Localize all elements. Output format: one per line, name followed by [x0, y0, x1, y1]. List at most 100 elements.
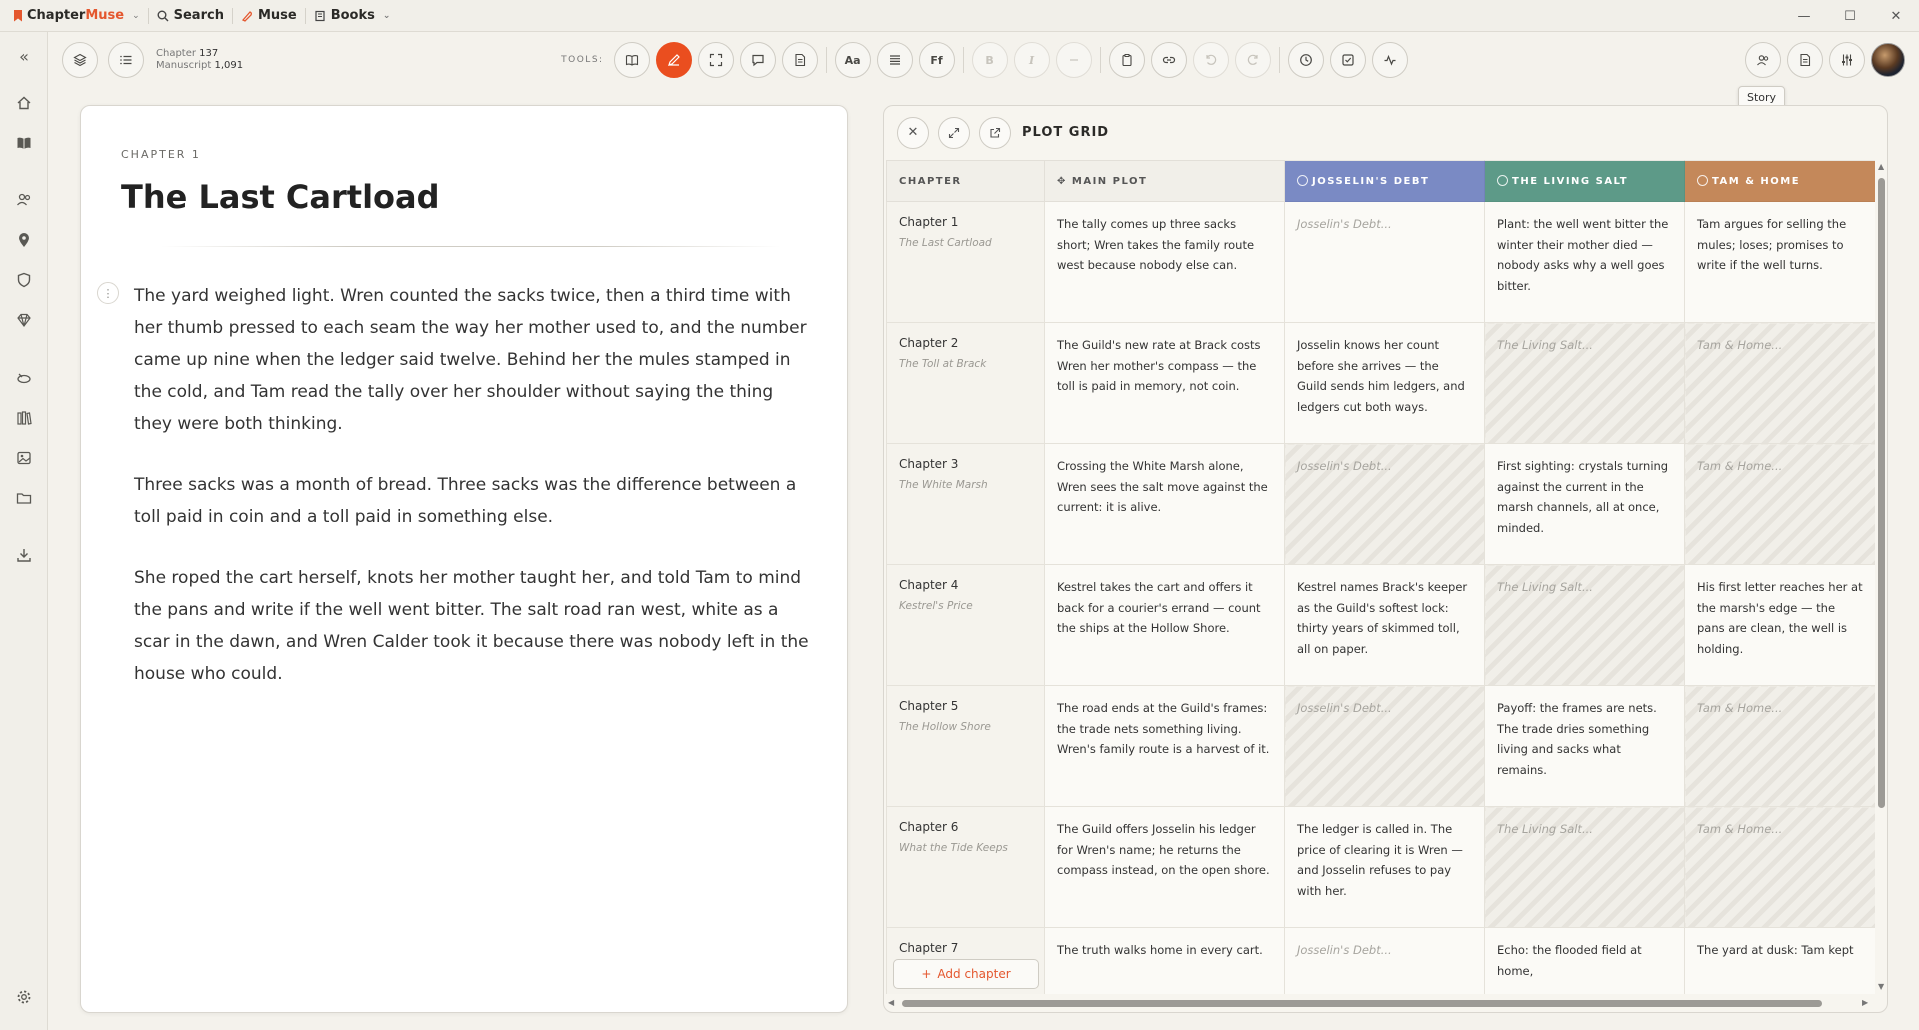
paragraph[interactable]: Three sacks was a month of bread. Three …	[134, 469, 809, 533]
manuscript-button[interactable]	[1787, 42, 1823, 78]
bold-button[interactable]: B	[971, 42, 1008, 78]
story-button[interactable]	[1745, 42, 1781, 78]
characters-icon[interactable]	[12, 188, 36, 212]
chapter-cell[interactable]: Chapter 2 The Toll at Brack	[886, 322, 1045, 444]
gem-icon[interactable]	[12, 308, 36, 332]
plot-cell[interactable]: Kestrel names Brack's keeper as the Guil…	[1284, 564, 1485, 686]
plot-cell[interactable]: The Guild offers Josselin his ledger for…	[1044, 806, 1285, 928]
collapse-sidebar-icon[interactable]: «	[12, 44, 36, 68]
chapter-editor[interactable]: CHAPTER 1 The Last Cartload ⋮ The yard w…	[80, 105, 848, 1013]
plot-cell[interactable]: The yard at dusk: Tam kept	[1684, 927, 1875, 994]
scroll-left-icon[interactable]: ◀	[888, 998, 894, 1007]
plot-cell[interactable]: Payoff: the frames are nets. The trade d…	[1484, 685, 1685, 807]
paragraph[interactable]: She roped the cart herself, knots her mo…	[134, 562, 809, 690]
close-panel-button[interactable]: ✕	[897, 116, 929, 149]
plot-cell[interactable]: Tam & Home...	[1684, 685, 1875, 807]
horizontal-scroll-thumb[interactable]	[902, 1000, 1822, 1007]
nav-muse[interactable]: Muse	[241, 8, 297, 23]
chapter-title[interactable]: The Last Cartload	[121, 178, 440, 216]
library-icon[interactable]	[12, 406, 36, 430]
close-window-button[interactable]: ✕	[1873, 0, 1919, 32]
chapter-cell[interactable]: Chapter 4 Kestrel's Price	[886, 564, 1045, 686]
chapter-cell[interactable]: Chapter 1 The Last Cartload	[886, 201, 1045, 323]
location-pin-icon[interactable]	[12, 228, 36, 252]
plot-cell[interactable]: Josselin knows her count before she arri…	[1284, 322, 1485, 444]
magic-icon[interactable]	[12, 366, 36, 390]
clipboard-button[interactable]	[1108, 42, 1145, 78]
column-header-main-plot[interactable]: ✥ MAIN PLOT	[1044, 160, 1285, 202]
layers-button[interactable]	[62, 42, 98, 78]
redo-button[interactable]	[1234, 42, 1271, 78]
shield-icon[interactable]	[12, 268, 36, 292]
paragraph-menu-icon[interactable]: ⋮	[97, 282, 119, 304]
history-button[interactable]	[1287, 42, 1324, 78]
pen-tool-button[interactable]	[655, 42, 692, 78]
plot-cell[interactable]: Echo: the flooded field at home,	[1484, 927, 1685, 994]
plot-cell[interactable]: The Living Salt...	[1484, 322, 1685, 444]
pulse-button[interactable]	[1371, 42, 1408, 78]
app-brand[interactable]: ChapterMuse ⌄	[14, 8, 140, 23]
plot-cell[interactable]: Tam & Home...	[1684, 322, 1875, 444]
focus-mode-button[interactable]	[697, 42, 734, 78]
scroll-right-icon[interactable]: ▶	[1862, 998, 1868, 1007]
home-icon[interactable]	[12, 91, 36, 115]
chapter-cell[interactable]: Chapter 5 The Hollow Shore	[886, 685, 1045, 807]
column-header-tam-home[interactable]: TAM & HOME	[1684, 160, 1875, 202]
plot-cell[interactable]: Tam argues for selling the mules; loses;…	[1684, 201, 1875, 323]
comment-button[interactable]	[739, 42, 776, 78]
nav-search[interactable]: Search	[157, 8, 224, 23]
plot-cell[interactable]: The ledger is called in. The price of cl…	[1284, 806, 1485, 928]
settings-sliders-button[interactable]	[1829, 42, 1865, 78]
popout-panel-button[interactable]	[979, 116, 1011, 149]
scroll-up-icon[interactable]: ▲	[1878, 162, 1884, 171]
plot-cell[interactable]: First sighting: crystals turning against…	[1484, 443, 1685, 565]
plot-cell[interactable]: The Guild's new rate at Brack costs Wren…	[1044, 322, 1285, 444]
plot-cell[interactable]: Crossing the White Marsh alone, Wren see…	[1044, 443, 1285, 565]
avatar[interactable]	[1871, 43, 1905, 77]
chapter-cell[interactable]: Chapter 3 The White Marsh	[886, 443, 1045, 565]
plot-cell[interactable]: His first letter reaches her at the mars…	[1684, 564, 1875, 686]
add-chapter-button[interactable]: + Add chapter	[893, 959, 1039, 989]
strikethrough-button[interactable]	[1055, 42, 1092, 78]
scroll-down-icon[interactable]: ▼	[1878, 982, 1884, 991]
horizontal-scrollbar[interactable]: ◀ ▶	[888, 997, 1873, 1009]
chapter-cell[interactable]: Chapter 6 What the Tide Keeps	[886, 806, 1045, 928]
plot-grid-table-scroll[interactable]: CHAPTER ✥ MAIN PLOT JOSSELIN'S DEBT THE …	[886, 160, 1875, 994]
minimize-button[interactable]: —	[1781, 0, 1827, 32]
plot-cell[interactable]: The road ends at the Guild's frames: the…	[1044, 685, 1285, 807]
plot-cell[interactable]: The truth walks home in every cart.	[1044, 927, 1285, 994]
chapter-body[interactable]: The yard weighed light. Wren counted the…	[134, 280, 809, 719]
plot-cell[interactable]: The Living Salt...	[1484, 564, 1685, 686]
link-button[interactable]	[1150, 42, 1187, 78]
plot-cell[interactable]: Josselin's Debt...	[1284, 443, 1485, 565]
folder-icon[interactable]	[12, 486, 36, 510]
reading-mode-button[interactable]	[613, 42, 650, 78]
plot-cell[interactable]: Josselin's Debt...	[1284, 927, 1485, 994]
vertical-scroll-thumb[interactable]	[1878, 178, 1885, 808]
align-button[interactable]	[876, 42, 913, 78]
gear-icon[interactable]	[12, 985, 36, 1009]
plot-cell[interactable]: Kestrel takes the cart and offers it bac…	[1044, 564, 1285, 686]
expand-panel-button[interactable]	[938, 116, 970, 149]
plot-cell[interactable]: Plant: the well went bitter the winter t…	[1484, 201, 1685, 323]
vertical-scrollbar[interactable]: ▲ ▼	[1876, 160, 1887, 994]
maximize-button[interactable]: ☐	[1827, 0, 1873, 32]
plot-cell[interactable]: Josselin's Debt...	[1284, 685, 1485, 807]
undo-button[interactable]	[1192, 42, 1229, 78]
notes-button[interactable]	[781, 42, 818, 78]
nav-books[interactable]: Books ⌄	[314, 8, 390, 23]
open-book-icon[interactable]	[12, 131, 36, 155]
checklist-button[interactable]	[1329, 42, 1366, 78]
outline-button[interactable]	[108, 42, 144, 78]
plot-cell[interactable]: Tam & Home...	[1684, 806, 1875, 928]
font-button[interactable]: Ff	[918, 42, 955, 78]
plot-cell[interactable]: The tally comes up three sacks short; Wr…	[1044, 201, 1285, 323]
italic-button[interactable]: I	[1013, 42, 1050, 78]
download-icon[interactable]	[12, 543, 36, 567]
plot-cell[interactable]: Josselin's Debt...	[1284, 201, 1485, 323]
plot-cell[interactable]: Tam & Home...	[1684, 443, 1875, 565]
column-header-josselins-debt[interactable]: JOSSELIN'S DEBT	[1284, 160, 1485, 202]
column-header-living-salt[interactable]: THE LIVING SALT	[1484, 160, 1685, 202]
plot-cell[interactable]: The Living Salt...	[1484, 806, 1685, 928]
image-icon[interactable]	[12, 446, 36, 470]
